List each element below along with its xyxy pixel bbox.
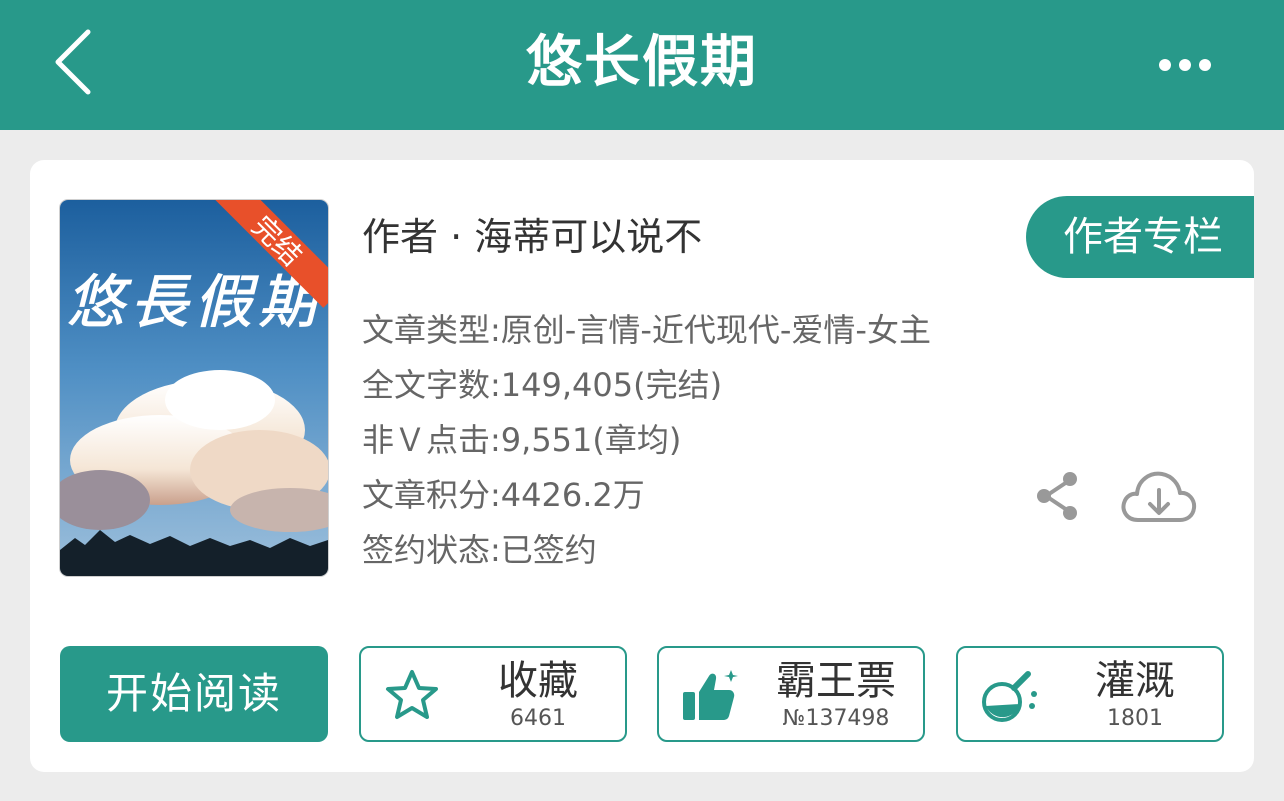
info-category: 文章类型:原创-言情-近代现代-爱情-女主 bbox=[362, 311, 931, 349]
info-score: 文章积分:4426.2万 bbox=[362, 476, 645, 514]
star-icon bbox=[386, 670, 438, 719]
book-cover[interactable]: 悠長假期 完结 bbox=[60, 200, 328, 576]
book-info-list: 文章类型:原创-言情-近代现代-爱情-女主 全文字数:149,405(完结) 非… bbox=[362, 306, 931, 581]
water-count: 1801 bbox=[1107, 706, 1163, 731]
book-info-card: 悠長假期 完结 作者 · 海蒂可以说不 作者专栏 文章类型:原创-言情-近代现代… bbox=[30, 160, 1254, 772]
ticket-count: №137498 bbox=[782, 706, 890, 731]
favorite-label: 收藏 bbox=[498, 658, 578, 704]
ticket-label: 霸王票 bbox=[776, 658, 896, 704]
page-title: 悠长假期 bbox=[526, 30, 758, 95]
top-bar: 悠长假期 bbox=[0, 0, 1284, 130]
share-button[interactable] bbox=[1030, 468, 1086, 524]
share-icon bbox=[1037, 472, 1077, 520]
favorite-button[interactable]: 收藏 6461 bbox=[359, 646, 627, 742]
ticket-button[interactable]: 霸王票 №137498 bbox=[657, 646, 925, 742]
thumbs-up-icon bbox=[683, 670, 738, 720]
author-line[interactable]: 作者 · 海蒂可以说不 bbox=[362, 212, 702, 262]
info-word-count: 全文字数:149,405(完结) bbox=[362, 366, 723, 404]
more-button[interactable] bbox=[1150, 44, 1220, 84]
cover-title: 悠長假期 bbox=[66, 268, 324, 336]
start-reading-button[interactable]: 开始阅读 bbox=[60, 646, 328, 742]
cloud-download-icon bbox=[1121, 471, 1197, 522]
author-column-button[interactable]: 作者专栏 bbox=[1026, 196, 1254, 278]
water-label: 灌溉 bbox=[1095, 658, 1175, 704]
favorite-count: 6461 bbox=[510, 706, 566, 731]
download-button[interactable] bbox=[1118, 466, 1198, 528]
water-button[interactable]: 灌溉 1801 bbox=[956, 646, 1224, 742]
info-clicks: 非Ｖ点击:9,551(章均) bbox=[362, 421, 682, 459]
more-dots-icon bbox=[1159, 59, 1211, 71]
watering-flask-icon bbox=[982, 671, 1037, 722]
info-sign-status: 签约状态:已签约 bbox=[362, 531, 597, 569]
